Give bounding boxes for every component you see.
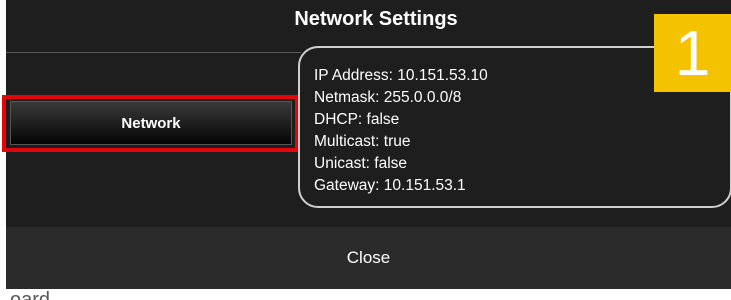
gateway-line: Gateway: 10.151.53.1: [314, 177, 466, 194]
nav-divider: [6, 52, 301, 53]
step-number-badge: 1: [654, 14, 731, 92]
highlight-box: [2, 95, 299, 152]
close-button[interactable]: Close: [6, 227, 731, 289]
unicast-line: Unicast: false: [314, 155, 408, 172]
screen: oard Network Settings Network IP Address…: [0, 0, 731, 300]
multicast-line: Multicast: true: [314, 133, 411, 150]
dialog-title: Network Settings: [294, 8, 458, 30]
dhcp-line: DHCP: false: [314, 111, 400, 128]
background-partial-text: oard: [10, 289, 51, 300]
